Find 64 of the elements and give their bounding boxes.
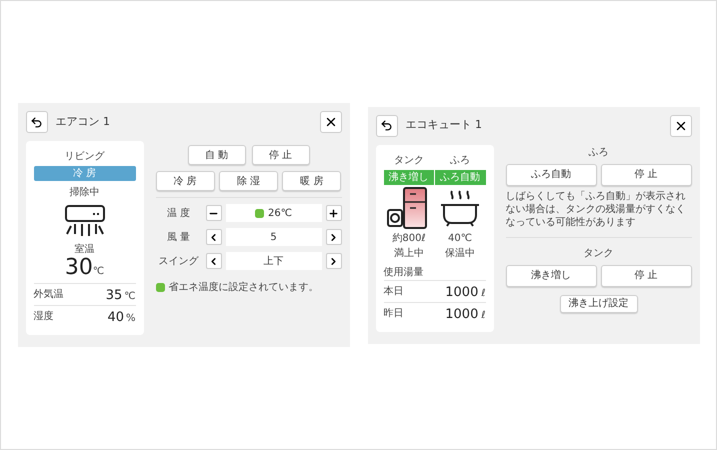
- room-temp-label: 室温: [74, 242, 94, 257]
- reading-value: 35: [106, 289, 122, 302]
- section-heading: ふろ: [588, 146, 608, 160]
- reading-unit: %: [126, 314, 136, 324]
- usage-unit: ℓ: [481, 310, 486, 320]
- status-badge: ふろ自動: [434, 170, 486, 184]
- bathtub-icon: [438, 188, 482, 228]
- column-value: 40℃: [448, 232, 472, 246]
- mode-button[interactable]: 除 湿: [218, 171, 278, 191]
- usage-label: 使用湯量: [384, 266, 424, 280]
- tank-button[interactable]: 沸き増し: [506, 264, 596, 286]
- usage-day: 昨日: [384, 306, 404, 320]
- status-text: 掃除中: [70, 186, 100, 200]
- air-conditioner-icon: [62, 204, 106, 238]
- reading-unit: ℃: [124, 292, 136, 302]
- usage-value: 1000: [445, 286, 478, 298]
- back-button[interactable]: [376, 114, 398, 136]
- mode-button[interactable]: 停 止: [252, 145, 310, 165]
- eco-note: 省エネ温度に設定されています。: [168, 280, 318, 295]
- minus-button[interactable]: [206, 205, 222, 221]
- value-display: 上下: [226, 252, 322, 270]
- column-value: 約800ℓ: [392, 232, 426, 246]
- tank-button[interactable]: 停 止: [600, 264, 692, 286]
- usage-value: 1000: [445, 308, 478, 320]
- reading-label: 湿度: [34, 310, 54, 324]
- column-status: 保温中: [445, 246, 475, 260]
- plus-icon: [328, 208, 339, 218]
- heating-settings-button[interactable]: 沸き上げ設定: [560, 294, 638, 312]
- control-label: 風 量: [166, 230, 192, 244]
- section-heading: タンク: [584, 246, 614, 260]
- reading-value: 40: [107, 311, 124, 324]
- close-button[interactable]: [670, 114, 692, 136]
- left-button[interactable]: [206, 253, 222, 269]
- bath-button[interactable]: 停 止: [600, 164, 692, 186]
- left-button[interactable]: [206, 229, 222, 245]
- mode-badge: 冷 房: [34, 166, 136, 181]
- room-temp-unit: ℃: [92, 265, 104, 279]
- column-label: タンク: [394, 154, 424, 168]
- reading-label: 外気温: [34, 288, 64, 302]
- status-badge: 沸き増し: [384, 170, 434, 184]
- control-label: 温 度: [166, 206, 192, 220]
- mode-button[interactable]: 暖 房: [282, 171, 342, 191]
- room-name: リビング: [64, 150, 104, 164]
- usage-unit: ℓ: [481, 288, 486, 298]
- bath-note: しばらくしても「ふろ自動」が表示されない場合は、タンクの残湯量がすくなくなっている可能性があります: [506, 190, 686, 228]
- mode-button[interactable]: 冷 房: [156, 171, 215, 191]
- control-label: スイング: [158, 254, 200, 268]
- column-status: 満上中: [394, 246, 424, 260]
- close-button[interactable]: [320, 111, 342, 133]
- back-icon: [380, 119, 393, 132]
- room-temp-value: 30: [64, 257, 93, 279]
- column-label: ふろ: [450, 154, 470, 168]
- panel-title: エコキュート 1: [406, 117, 482, 134]
- plus-button[interactable]: [326, 205, 342, 221]
- mode-button[interactable]: 自 動: [188, 145, 246, 165]
- usage-day: 本日: [384, 284, 404, 298]
- back-button[interactable]: [26, 111, 48, 133]
- right-button[interactable]: [326, 229, 342, 245]
- panel-title: エアコン 1: [56, 114, 110, 130]
- bath-button[interactable]: ふろ自動: [506, 164, 596, 186]
- right-button[interactable]: [326, 253, 342, 269]
- back-icon: [30, 116, 43, 128]
- value-display: 5: [226, 228, 322, 246]
- value-display: 26℃: [226, 204, 322, 222]
